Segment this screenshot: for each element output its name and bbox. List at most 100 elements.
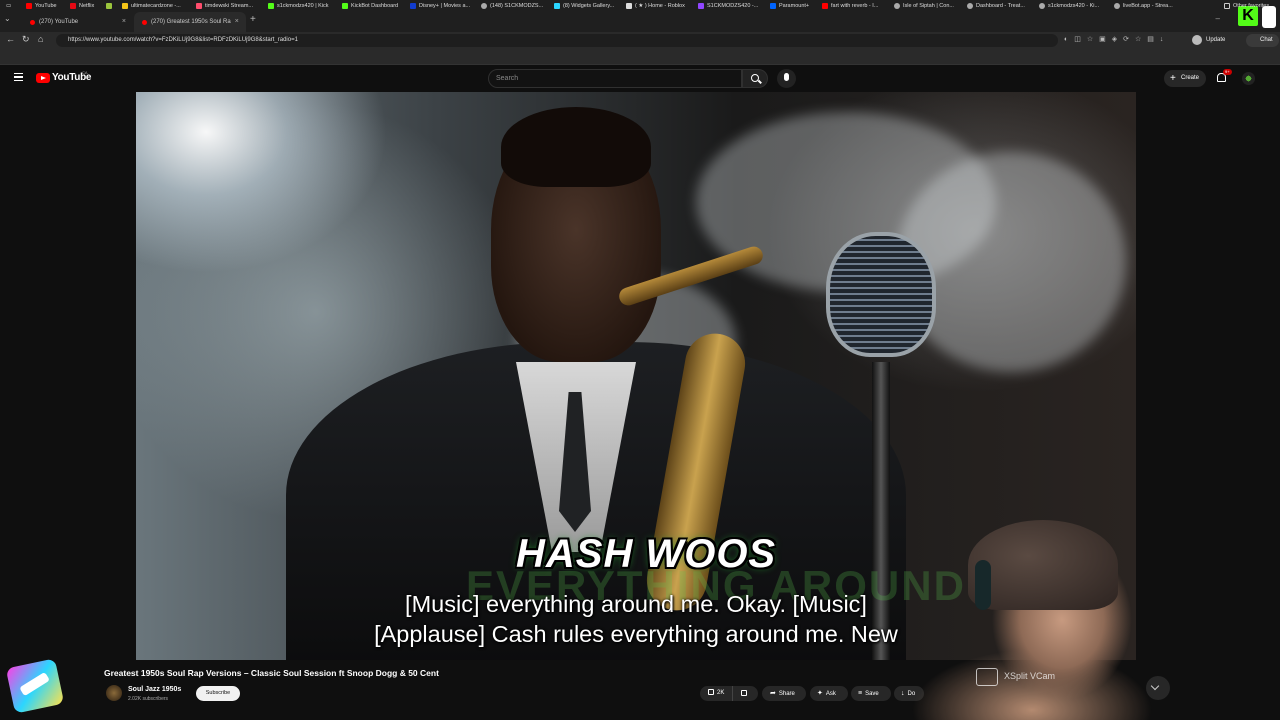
browser-tab-video[interactable]: (270) Greatest 1950s Soul Ra × bbox=[134, 12, 246, 32]
back-arrow-icon[interactable]: ← bbox=[6, 34, 15, 44]
tab-label: (270) Greatest 1950s Soul Ra bbox=[151, 19, 231, 25]
youtube-header: YouTube CA Search + Create 9+ bbox=[0, 65, 1280, 92]
leaf-icon bbox=[106, 3, 112, 9]
video-title: Greatest 1950s Soul Rap Versions – Class… bbox=[104, 668, 439, 678]
plus-icon: + bbox=[1170, 73, 1176, 84]
share-icon: ➦ bbox=[770, 690, 776, 697]
saxophonist-hair bbox=[501, 107, 651, 187]
globe-icon bbox=[1114, 3, 1120, 9]
bookmark-paramount[interactable]: Paramount+ bbox=[770, 3, 809, 9]
voice-search-button[interactable] bbox=[777, 69, 796, 88]
youtube-favicon-icon bbox=[30, 19, 35, 25]
bookmark-roblox[interactable]: ( ★ ) Home - Roblox bbox=[626, 3, 685, 9]
like-button[interactable]: 2K bbox=[700, 686, 733, 701]
bookmark-dashboard-treat[interactable]: Dashboard - Treat... bbox=[967, 3, 1025, 9]
kick-icon bbox=[268, 3, 274, 9]
roblox-icon bbox=[626, 3, 632, 9]
disney-icon bbox=[410, 3, 416, 9]
address-toolbar: ← ↻ ⌂ https://www.youtube.com/watch?v=Fz… bbox=[0, 32, 1280, 49]
hamburger-menu-icon[interactable] bbox=[14, 73, 23, 81]
bookmark-kickbot[interactable]: KickBot Dashboard bbox=[342, 3, 398, 9]
bookmarks-bar bbox=[0, 49, 1280, 65]
vintage-microphone bbox=[826, 232, 936, 357]
bookmark-kick-channel[interactable]: s1ckmodzs420 | Kick bbox=[268, 3, 329, 9]
create-label: Create bbox=[1181, 75, 1200, 81]
bookmark-fart-reverb[interactable]: fart with reverb - I... bbox=[822, 3, 878, 9]
expand-description-button[interactable] bbox=[1146, 676, 1170, 700]
bookmark-disney[interactable]: Disney+ | Movies a... bbox=[410, 3, 470, 9]
globe-icon bbox=[1039, 3, 1045, 9]
xsplit-watermark: XSplit VCam bbox=[1004, 671, 1056, 681]
sparkle-icon: ✦ bbox=[817, 690, 823, 697]
save-button[interactable]: ≡ Save bbox=[851, 686, 891, 701]
like-count: 2K bbox=[717, 690, 725, 696]
video-overlay-title: HASH WOOS bbox=[516, 532, 777, 576]
extension-icons[interactable]: ◐◫☆▣◈⟳☆▤↓ bbox=[1064, 35, 1169, 43]
account-avatar[interactable] bbox=[1242, 72, 1255, 85]
kick-icon bbox=[342, 3, 348, 9]
paramount-icon bbox=[770, 3, 776, 9]
search-button[interactable] bbox=[742, 69, 768, 88]
globe-icon bbox=[967, 3, 973, 9]
kick-overlay-icon bbox=[1262, 6, 1276, 28]
microphone-icon bbox=[784, 73, 789, 81]
share-button[interactable]: ➦ Share bbox=[762, 686, 806, 701]
youtube-logo-icon[interactable] bbox=[36, 73, 50, 83]
profile-avatar[interactable] bbox=[1192, 35, 1202, 45]
caption-line-2: [Applause] Cash rules everything around … bbox=[374, 621, 898, 647]
playlist-add-icon: ≡ bbox=[858, 690, 863, 697]
ask-button[interactable]: ✦ Ask bbox=[810, 686, 848, 701]
caption-line-1: [Music] everything around me. Okay. [Mus… bbox=[405, 591, 867, 617]
like-dislike-group: 2K bbox=[700, 686, 758, 701]
youtube-icon bbox=[822, 3, 828, 9]
download-icon: ↓ bbox=[901, 690, 905, 697]
home-icon[interactable]: ⌂ bbox=[38, 34, 43, 44]
bookmark-netflix[interactable]: Netflix bbox=[70, 3, 94, 9]
bookmark-ultimatecardzone[interactable]: ultimatecardzone -... bbox=[122, 3, 181, 9]
youtube-favicon-icon bbox=[142, 19, 147, 25]
bookmark-youtube[interactable]: YouTube bbox=[26, 3, 57, 9]
xsplit-logo-icon bbox=[976, 668, 998, 686]
bookmark-livebot[interactable]: liveBot.app - Strea... bbox=[1114, 3, 1173, 9]
ucz-icon bbox=[122, 3, 128, 9]
tab-list-chevron-icon[interactable]: ⌄ bbox=[4, 14, 11, 23]
bookmark-twitch[interactable]: S1CKMODZS420 -... bbox=[698, 3, 758, 9]
copilot-chat-button[interactable]: Chat bbox=[1246, 34, 1279, 47]
refresh-icon[interactable]: ↻ bbox=[22, 34, 30, 45]
bookmark-s1ckmodzs[interactable]: (148) S1CKMODZS... bbox=[481, 3, 543, 9]
globe-icon bbox=[894, 3, 900, 9]
bookmark-timdewski[interactable]: timdewski Stream... bbox=[196, 3, 253, 9]
channel-avatar[interactable] bbox=[106, 685, 122, 701]
netflix-icon bbox=[70, 3, 76, 9]
create-button[interactable]: + Create bbox=[1164, 70, 1207, 87]
browser-tab-youtube[interactable]: (270) YouTube × bbox=[22, 12, 134, 32]
twitch-icon bbox=[698, 3, 704, 9]
search-input[interactable]: Search bbox=[488, 69, 742, 88]
bookmark-widgets[interactable]: (8) Widgets Gallery... bbox=[554, 3, 614, 9]
other-favorites[interactable]: Other favorites bbox=[1224, 3, 1269, 9]
update-button[interactable]: Update bbox=[1206, 34, 1225, 47]
minimize-icon[interactable]: – bbox=[1216, 14, 1220, 23]
bookmark-s1ckmodzs-kick[interactable]: s1ckmodzs420 - Ki... bbox=[1039, 3, 1099, 9]
tab-label: (270) YouTube bbox=[39, 19, 79, 25]
closed-captions: [Music] everything around me. Okay. [Mus… bbox=[358, 589, 914, 649]
close-tab-icon[interactable]: × bbox=[235, 13, 239, 31]
widgets-icon bbox=[554, 3, 560, 9]
country-code: CA bbox=[82, 70, 88, 75]
bookmark-sidebar-icon[interactable]: ▭ bbox=[6, 3, 11, 9]
folder-icon bbox=[1224, 3, 1230, 9]
bookmark-leaf[interactable] bbox=[106, 3, 112, 9]
close-tab-icon[interactable]: × bbox=[122, 13, 126, 31]
youtube-icon bbox=[26, 3, 32, 9]
stream-icon bbox=[196, 3, 202, 9]
bookmark-isle-of-siptah[interactable]: Isle of Siptah | Con... bbox=[894, 3, 954, 9]
thumb-down-icon[interactable] bbox=[741, 690, 747, 696]
new-tab-icon[interactable]: + bbox=[250, 14, 256, 25]
address-bar[interactable]: https://www.youtube.com/watch?v=FzDKiLUj… bbox=[56, 34, 1058, 47]
search-icon bbox=[751, 74, 759, 82]
kick-logo-icon: K bbox=[1238, 6, 1258, 26]
channel-name[interactable]: Soul Jazz 1950s bbox=[128, 686, 181, 693]
subscribe-button[interactable]: Subscribe bbox=[196, 686, 240, 701]
thumb-up-icon bbox=[708, 689, 714, 695]
headphones bbox=[975, 560, 991, 610]
